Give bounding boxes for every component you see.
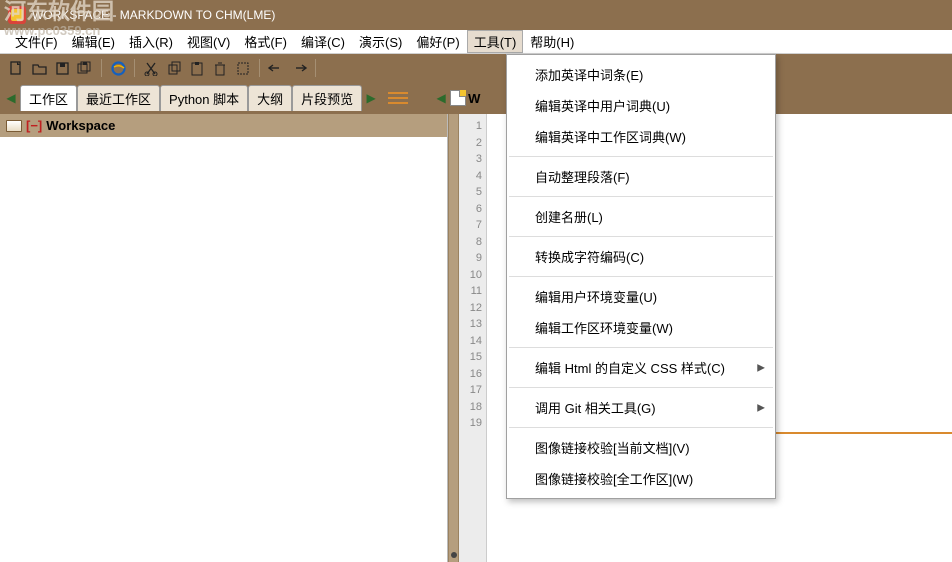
- toolbar-separator: [101, 59, 102, 77]
- toolbar-separator: [259, 59, 260, 77]
- line-number: 10: [459, 267, 482, 284]
- submenu-arrow-icon: ▶: [757, 402, 765, 413]
- document-icon: [450, 90, 466, 106]
- menu-separator: [509, 196, 773, 197]
- line-number: 15: [459, 349, 482, 366]
- copy-icon[interactable]: [164, 58, 184, 78]
- line-number: 2: [459, 135, 482, 152]
- menu-separator: [509, 387, 773, 388]
- tools-menu-item-2[interactable]: 编辑英译中工作区词典(W): [507, 121, 775, 152]
- editor-filename: W: [468, 91, 480, 106]
- panel-tab-2[interactable]: Python 脚本: [160, 85, 248, 111]
- menu-h[interactable]: 帮助(H): [523, 30, 581, 53]
- tree-root-row[interactable]: [−] Workspace: [0, 114, 447, 137]
- tools-menu-item-17[interactable]: 图像链接校验[当前文档](V): [507, 432, 775, 463]
- panel-tab-4[interactable]: 片段预览: [292, 85, 362, 111]
- line-number: 17: [459, 382, 482, 399]
- line-number: 4: [459, 168, 482, 185]
- tools-menu-item-15[interactable]: 调用 Git 相关工具(G)▶: [507, 392, 775, 423]
- panel-tab-0[interactable]: 工作区: [20, 85, 77, 111]
- tools-menu-item-10[interactable]: 编辑用户环境变量(U): [507, 281, 775, 312]
- line-number-gutter: 12345678910111213141516171819: [459, 114, 487, 562]
- menu-r[interactable]: 插入(R): [122, 30, 180, 53]
- line-number: 14: [459, 333, 482, 350]
- editor-tab-left-icon[interactable]: ◀: [434, 91, 448, 105]
- open-folder-icon[interactable]: [29, 58, 49, 78]
- menu-separator: [509, 276, 773, 277]
- app-icon: [8, 6, 26, 24]
- menu-f[interactable]: 格式(F): [237, 30, 294, 53]
- line-number: 8: [459, 234, 482, 251]
- window-title: WORKSPACE - MARKDOWN TO CHM(LME): [32, 8, 275, 22]
- line-number: 6: [459, 201, 482, 218]
- menu-p[interactable]: 偏好(P): [409, 30, 466, 53]
- tools-menu-item-13[interactable]: 编辑 Html 的自定义 CSS 样式(C)▶: [507, 352, 775, 383]
- ie-icon[interactable]: [108, 58, 128, 78]
- menu-v[interactable]: 视图(V): [180, 30, 237, 53]
- toolbar-separator: [315, 59, 316, 77]
- tools-menu-item-8[interactable]: 转换成字符编码(C): [507, 241, 775, 272]
- tools-menu-item-6[interactable]: 创建名册(L): [507, 201, 775, 232]
- new-doc-icon[interactable]: [6, 58, 26, 78]
- undo-icon[interactable]: [266, 58, 286, 78]
- tools-menu-dropdown: 添加英译中词条(E)编辑英译中用户词典(U)编辑英译中工作区词典(W) 自动整理段…: [506, 54, 776, 499]
- line-number: 3: [459, 151, 482, 168]
- toolbar-separator: [134, 59, 135, 77]
- menu-f[interactable]: 文件(F): [8, 30, 65, 53]
- save-all-icon[interactable]: [75, 58, 95, 78]
- menu-separator: [509, 347, 773, 348]
- cut-icon[interactable]: [141, 58, 161, 78]
- main-toolbar: [0, 54, 952, 82]
- select-all-icon[interactable]: [233, 58, 253, 78]
- line-number: 11: [459, 283, 482, 300]
- content-area: [−] Workspace 12345678910111213141516171…: [0, 114, 952, 562]
- line-number: 12: [459, 300, 482, 317]
- menu-t[interactable]: 工具(T): [467, 30, 524, 53]
- panel-tab-3[interactable]: 大纲: [248, 85, 292, 111]
- tree-body[interactable]: [0, 137, 447, 562]
- save-icon[interactable]: [52, 58, 72, 78]
- left-panel: [−] Workspace: [0, 114, 448, 562]
- workspace-book-icon: [6, 120, 22, 132]
- menu-e[interactable]: 编辑(E): [65, 30, 122, 53]
- line-number: 7: [459, 217, 482, 234]
- panel-menu-icon[interactable]: [388, 90, 408, 106]
- panel-tab-1[interactable]: 最近工作区: [77, 85, 160, 111]
- line-number: 18: [459, 399, 482, 416]
- menu-separator: [509, 236, 773, 237]
- tab-scroll-left-icon[interactable]: ◀: [4, 91, 18, 105]
- tab-scroll-right-icon[interactable]: ▶: [364, 91, 378, 105]
- tools-menu-item-11[interactable]: 编辑工作区环境变量(W): [507, 312, 775, 343]
- tools-menu-item-4[interactable]: 自动整理段落(F): [507, 161, 775, 192]
- tools-menu-item-18[interactable]: 图像链接校验[全工作区](W): [507, 463, 775, 494]
- line-number: 9: [459, 250, 482, 267]
- tools-menu-item-1[interactable]: 编辑英译中用户词典(U): [507, 90, 775, 121]
- menu-c[interactable]: 编译(C): [294, 30, 352, 53]
- tree-root-label: Workspace: [46, 118, 115, 133]
- line-number: 19: [459, 415, 482, 432]
- submenu-arrow-icon: ▶: [757, 362, 765, 373]
- line-number: 13: [459, 316, 482, 333]
- paste-icon[interactable]: [187, 58, 207, 78]
- line-number: 1: [459, 118, 482, 135]
- accent-divider: [775, 432, 952, 434]
- line-number: 16: [459, 366, 482, 383]
- line-number: 5: [459, 184, 482, 201]
- splitter-bar[interactable]: [448, 114, 459, 562]
- menu-s[interactable]: 演示(S): [352, 30, 409, 53]
- menu-bar: 文件(F)编辑(E)插入(R)视图(V)格式(F)编译(C)演示(S)偏好(P)…: [0, 30, 952, 54]
- redo-icon[interactable]: [289, 58, 309, 78]
- tab-bar: ◀ 工作区最近工作区Python 脚本大纲片段预览 ▶ ◀ W: [0, 82, 952, 114]
- menu-separator: [509, 427, 773, 428]
- tools-menu-item-0[interactable]: 添加英译中词条(E): [507, 59, 775, 90]
- collapse-icon[interactable]: [−]: [26, 118, 42, 133]
- title-bar: WORKSPACE - MARKDOWN TO CHM(LME): [0, 0, 952, 30]
- menu-separator: [509, 156, 773, 157]
- delete-icon[interactable]: [210, 58, 230, 78]
- splitter-grip-icon: [451, 552, 457, 558]
